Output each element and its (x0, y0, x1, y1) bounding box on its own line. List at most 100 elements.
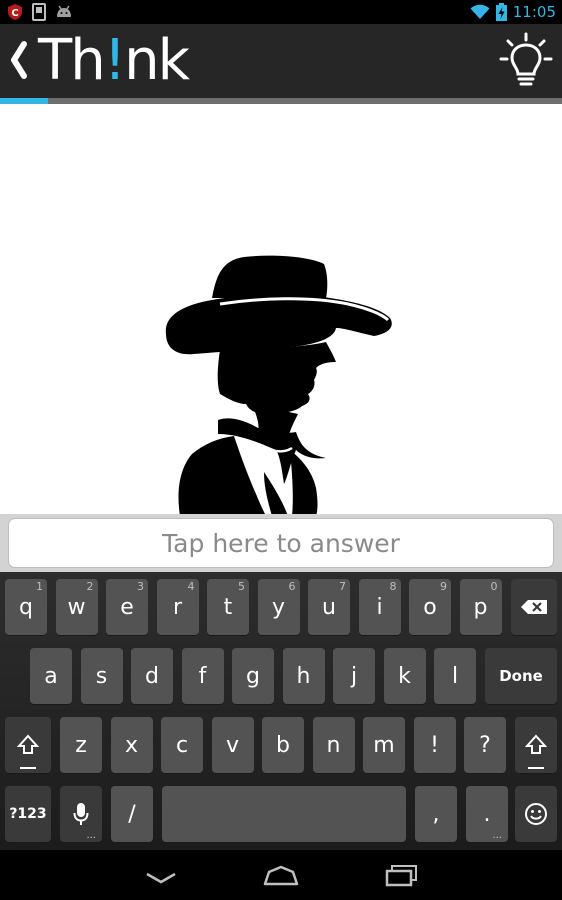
key-number-hint: 4 (187, 580, 195, 593)
home-icon[interactable] (261, 862, 301, 890)
key-x[interactable]: x (110, 717, 153, 773)
answer-area (0, 514, 562, 572)
key-f[interactable]: f (181, 648, 224, 704)
key-label: s (95, 663, 108, 689)
lightbulb-icon[interactable] (498, 32, 554, 90)
cowboy-silhouette-image (165, 255, 392, 514)
key-label: y (271, 594, 286, 620)
key-label: t (223, 594, 233, 620)
key-r[interactable]: r4 (156, 579, 199, 635)
key-number-hint: 2 (86, 580, 94, 593)
backspace-icon (521, 600, 547, 614)
key-label: j (350, 663, 358, 689)
key-label: f (198, 663, 207, 689)
key-e[interactable]: e3 (106, 579, 148, 635)
key-a[interactable]: a (30, 648, 72, 704)
shift-key-left[interactable] (5, 717, 51, 773)
shift-icon (17, 734, 39, 754)
comma-label: , (432, 801, 440, 827)
key-y[interactable]: y6 (257, 579, 300, 635)
key-exclamation[interactable]: ! (413, 717, 456, 773)
key-label: w (67, 594, 86, 620)
key-question[interactable]: ? (464, 717, 506, 773)
key-q[interactable]: q1 (5, 579, 47, 635)
status-bar: C 11:05 (0, 0, 562, 24)
key-number-hint: 8 (389, 580, 397, 593)
recents-icon[interactable] (382, 862, 422, 890)
slash-key[interactable]: / (111, 786, 153, 842)
key-o[interactable]: o9 (409, 579, 451, 635)
app-title: Th!nk (38, 28, 190, 94)
backspace-key[interactable] (511, 579, 557, 635)
key-b[interactable]: b (262, 717, 304, 773)
key-number-hint: 7 (339, 580, 346, 593)
symbols-key[interactable]: ?123 (5, 786, 51, 842)
security-shield-icon: C (8, 4, 22, 20)
key-u[interactable]: u7 (308, 579, 350, 635)
key-s[interactable]: s (80, 648, 123, 704)
key-label: b (276, 732, 290, 758)
space-key[interactable] (162, 786, 406, 842)
key-t[interactable]: t5 (207, 579, 249, 635)
key-label: a (44, 663, 58, 689)
key-number-hint: 5 (238, 580, 245, 593)
symbols-label: ?123 (9, 806, 47, 822)
key-label: z (75, 732, 87, 758)
shift-key-right[interactable] (515, 717, 557, 773)
puzzle-area (0, 104, 562, 514)
title-suffix: nk (124, 28, 190, 93)
key-label: d (145, 663, 159, 689)
period-label: . (483, 801, 491, 827)
chevron-left-icon[interactable] (4, 38, 30, 82)
key-l[interactable]: l (434, 648, 476, 704)
title-prefix: Th (38, 28, 106, 93)
key-number-hint: 6 (288, 580, 296, 593)
emoji-key[interactable] (515, 786, 557, 842)
back-icon[interactable] (141, 862, 181, 890)
action-bar: Th!nk (0, 24, 562, 98)
done-key[interactable]: Done (485, 648, 557, 704)
key-number-hint: 1 (36, 580, 43, 593)
key-m[interactable]: m (363, 717, 405, 773)
sd-card-icon (32, 3, 46, 21)
svg-text:C: C (11, 8, 18, 19)
key-z[interactable]: z (60, 717, 102, 773)
key-k[interactable]: k (383, 648, 426, 704)
key-number-hint: 9 (440, 580, 447, 593)
key-label: v (225, 732, 240, 758)
key-p[interactable]: p0 (459, 579, 502, 635)
key-label: m (373, 732, 395, 758)
android-debug-icon (57, 5, 71, 17)
key-label: r (172, 594, 183, 620)
key-i[interactable]: i8 (358, 579, 401, 635)
battery-charging-icon (495, 3, 507, 21)
microphone-icon (73, 803, 89, 825)
key-label: c (175, 732, 189, 758)
period-key[interactable]: . ... (466, 786, 508, 842)
soft-keyboard: Done ?123 ... / , . ... q 1 w 2 e 3 r 4 … (0, 572, 562, 850)
key-w[interactable]: w2 (55, 579, 98, 635)
navigation-bar (0, 850, 562, 900)
slash-label: / (128, 801, 136, 827)
wifi-icon (470, 4, 490, 19)
key-j[interactable]: j (333, 648, 375, 704)
key-label: x (124, 732, 139, 758)
answer-input[interactable] (8, 518, 554, 568)
key-c[interactable]: c (161, 717, 203, 773)
key-label: ! (430, 732, 439, 758)
key-g[interactable]: g (232, 648, 274, 704)
key-label: l (451, 663, 459, 689)
more-options-dots: ... (492, 830, 502, 841)
title-accent: ! (103, 28, 126, 93)
system-icons: 11:05 (470, 2, 556, 22)
comma-key[interactable]: , (415, 786, 457, 842)
key-n[interactable]: n (312, 717, 355, 773)
key-h[interactable]: h (282, 648, 325, 704)
key-label: ? (479, 732, 491, 758)
key-d[interactable]: d (131, 648, 173, 704)
key-label: u (322, 594, 336, 620)
voice-input-key[interactable]: ... (60, 786, 102, 842)
clock: 11:05 (512, 3, 556, 21)
key-v[interactable]: v (211, 717, 254, 773)
key-label: q (19, 594, 33, 620)
